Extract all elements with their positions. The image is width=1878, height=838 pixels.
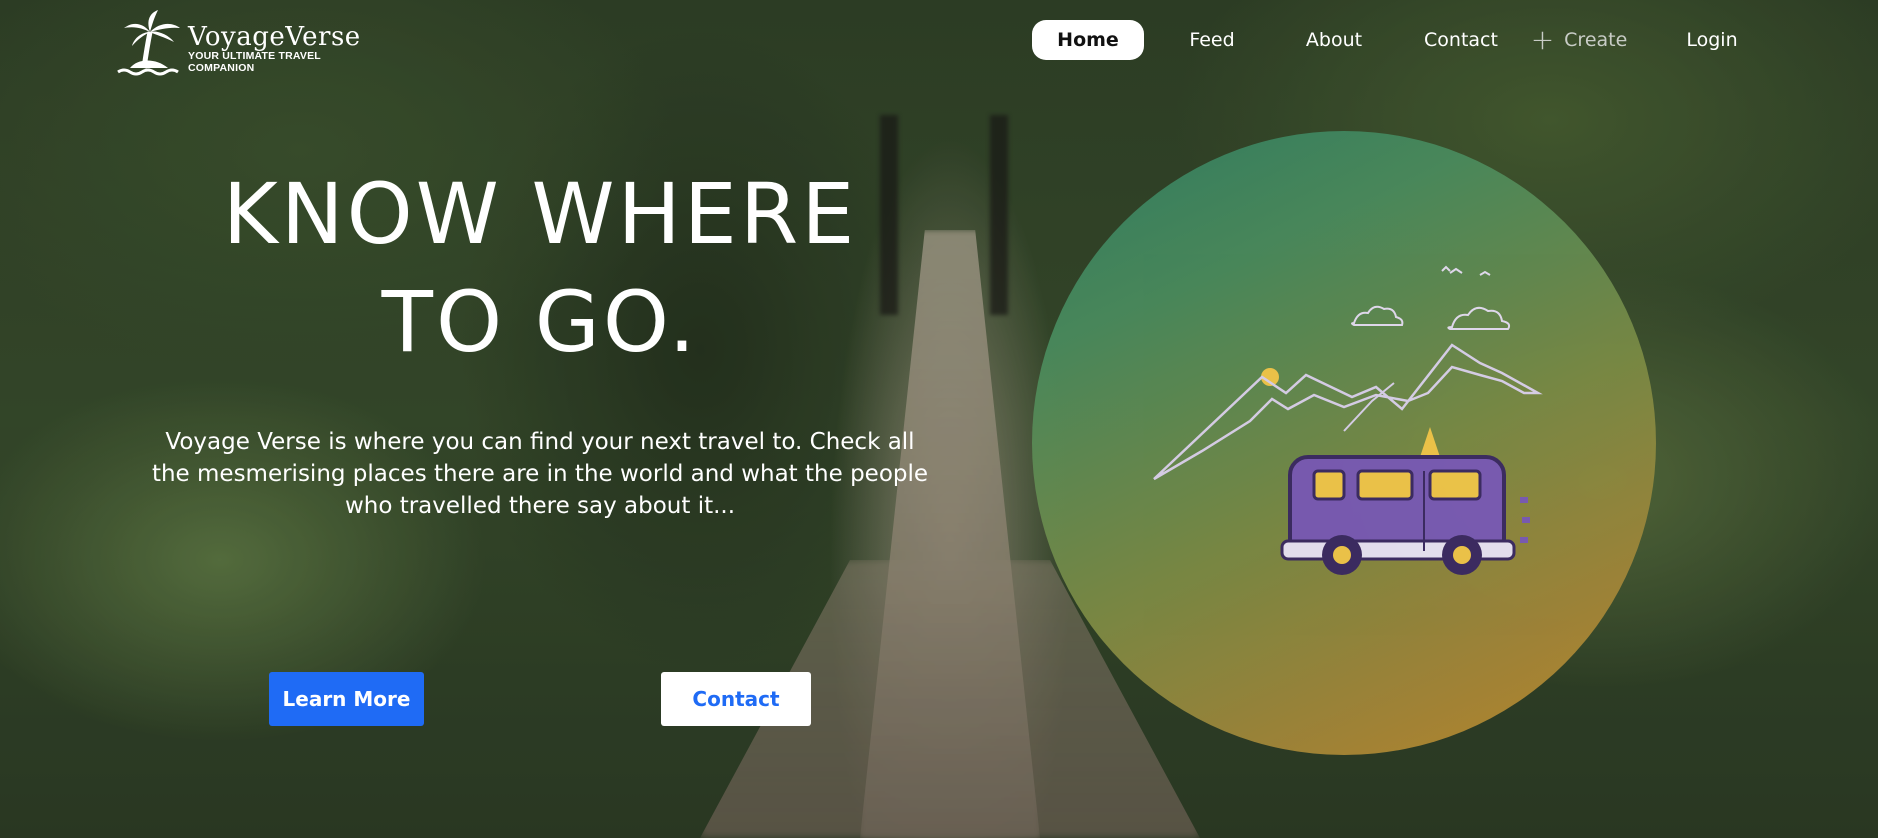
hero-illustration <box>1032 131 1656 755</box>
nav-feed[interactable]: Feed <box>1162 20 1262 60</box>
palm-tree-island-icon <box>117 10 180 76</box>
nav-home[interactable]: Home <box>1032 20 1144 60</box>
travel-van-illustration <box>1153 265 1543 575</box>
hero-description: Voyage Verse is where you can find your … <box>151 429 929 519</box>
nav-create[interactable]: + Create <box>1524 20 1634 60</box>
nav-about[interactable]: About <box>1284 20 1384 60</box>
hero-headline-line2: TO GO. <box>381 273 699 371</box>
brand-name: VoyageVerse <box>188 22 361 52</box>
learn-more-button[interactable]: Learn More <box>269 672 424 726</box>
hero-headline-line1: KNOW WHERE <box>222 165 858 263</box>
brand-tagline: YOUR ULTIMATE TRAVEL COMPANION <box>188 50 321 74</box>
plus-icon: + <box>1530 23 1555 56</box>
hero-headline: KNOW WHERE TO GO. <box>150 160 930 376</box>
contact-button[interactable]: Contact <box>661 672 811 726</box>
site-logo[interactable]: VoyageVerse YOUR ULTIMATE TRAVEL COMPANI… <box>116 10 386 76</box>
nav-create-label: Create <box>1564 29 1628 51</box>
nav-login[interactable]: Login <box>1662 20 1762 60</box>
nav-contact[interactable]: Contact <box>1406 20 1516 60</box>
